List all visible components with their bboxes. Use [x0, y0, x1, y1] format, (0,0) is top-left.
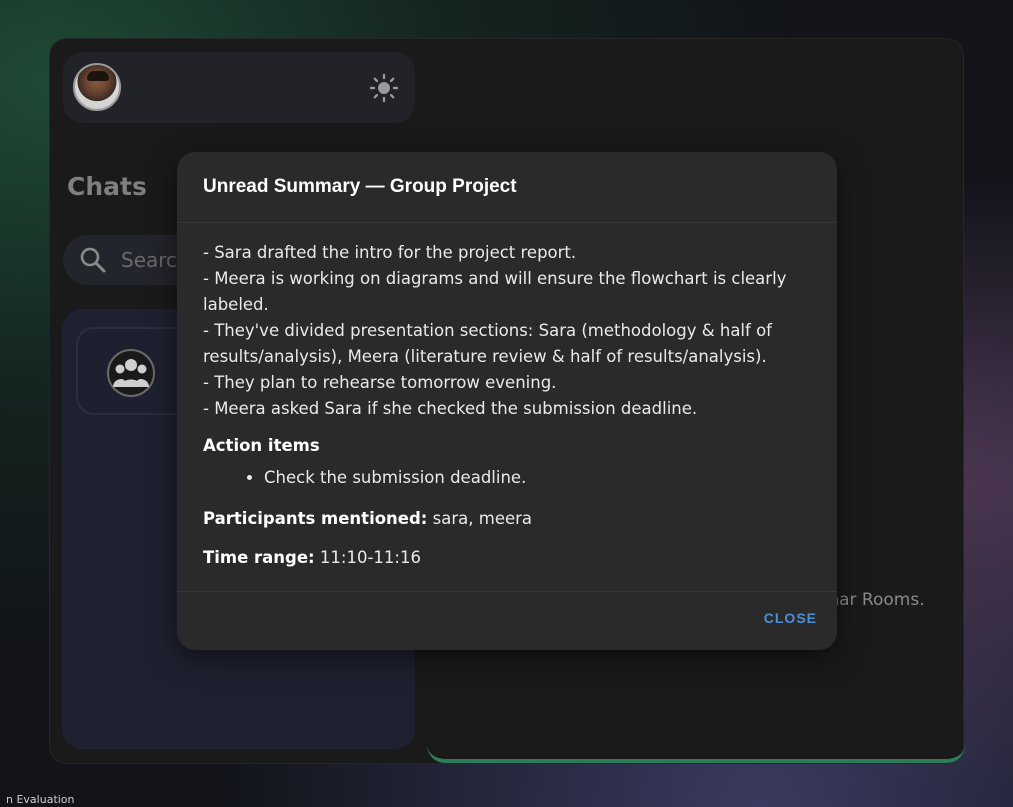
time-range-label: Time range: [203, 548, 315, 567]
unread-summary-dialog: Unread Summary — Group Project - Sara dr… [177, 152, 837, 650]
summary-line: - They've divided presentation sections:… [203, 321, 772, 366]
taskbar-text: n Evaluation [6, 793, 75, 806]
taskbar-strip: n Evaluation [0, 793, 1013, 807]
time-range-row: Time range: 11:10-11:16 [203, 548, 421, 567]
close-button[interactable]: CLOSE [764, 610, 817, 626]
chats-title: Chats [67, 172, 147, 201]
participants-value: sara, meera [432, 509, 533, 528]
search-icon [80, 247, 106, 273]
summary-text: - Sara drafted the intro for the project… [203, 240, 818, 422]
group-icon [107, 349, 155, 397]
summary-line: - Meera is working on diagrams and will … [203, 269, 787, 314]
divider [177, 222, 837, 223]
time-range-value: 11:10-11:16 [319, 548, 421, 567]
action-item: Check the submission deadline. [264, 468, 526, 487]
summary-line: - They plan to rehearse tomorrow evening… [203, 373, 557, 392]
participants-row: Participants mentioned: sara, meera [203, 509, 532, 528]
participants-label: Participants mentioned: [203, 509, 428, 528]
action-items-list: Check the submission deadline. [264, 468, 526, 487]
dialog-title: Unread Summary — Group Project [203, 176, 517, 197]
summary-line: - Meera asked Sara if she checked the su… [203, 399, 698, 418]
sidebar-header [63, 52, 415, 123]
avatar[interactable] [73, 63, 121, 111]
action-items-heading: Action items [203, 436, 320, 455]
theme-toggle-button[interactable] [369, 73, 399, 103]
summary-line: - Sara drafted the intro for the project… [203, 243, 577, 262]
divider [177, 591, 837, 592]
sun-icon [369, 73, 399, 103]
